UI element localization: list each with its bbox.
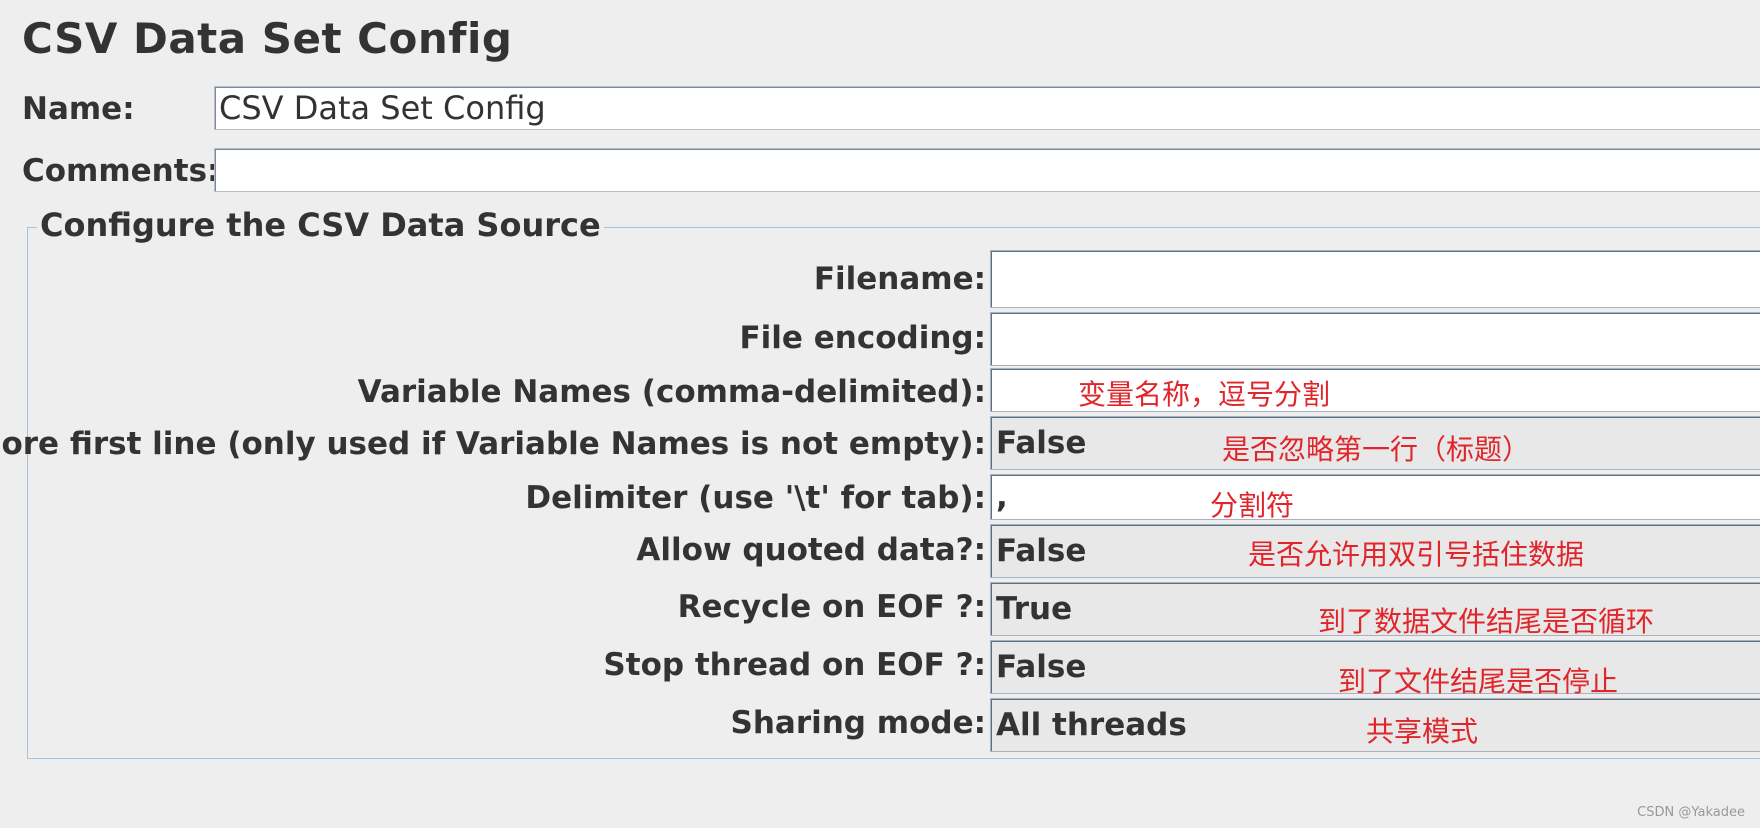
page-title: CSV Data Set Config [22, 14, 513, 63]
comments-field[interactable] [214, 148, 1760, 192]
delimiter-note: 分割符 [1210, 489, 1295, 522]
ignore-first-line-label: Ignore first line (only used if Variable… [0, 426, 986, 462]
filename-label: Filename: [813, 261, 986, 297]
file-encoding-field[interactable] [990, 312, 1760, 366]
variable-names-note: 变量名称，逗号分割 [1078, 378, 1331, 411]
sharing-mode-label: Sharing mode: [730, 705, 987, 741]
data-source-title: Configure the CSV Data Source [37, 206, 604, 244]
delimiter-label: Delimiter (use '\t' for tab): [525, 480, 986, 516]
stop-thread-on-eof-note: 到了文件结尾是否停止 [1338, 665, 1619, 698]
recycle-on-eof-label: Recycle on EOF ?: [677, 589, 986, 625]
filename-field[interactable] [990, 250, 1760, 308]
watermark: CSDN @Yakadee [1637, 805, 1745, 820]
sharing-mode-note: 共享模式 [1366, 715, 1479, 748]
name-field[interactable]: CSV Data Set Config [214, 86, 1760, 130]
delimiter-field[interactable]: , [990, 474, 1760, 520]
name-label: Name: [22, 91, 135, 127]
ignore-first-line-note: 是否忽略第一行（标题） [1222, 433, 1531, 466]
file-encoding-label: File encoding: [739, 320, 987, 356]
allow-quoted-data-note: 是否允许用双引号括住数据 [1248, 538, 1585, 571]
stop-thread-on-eof-label: Stop thread on EOF ?: [603, 647, 986, 683]
recycle-on-eof-note: 到了数据文件结尾是否循环 [1318, 605, 1655, 638]
variable-names-label: Variable Names (comma-delimited): [357, 374, 986, 410]
allow-quoted-data-label: Allow quoted data?: [636, 532, 986, 568]
comments-label: Comments: [22, 153, 220, 189]
